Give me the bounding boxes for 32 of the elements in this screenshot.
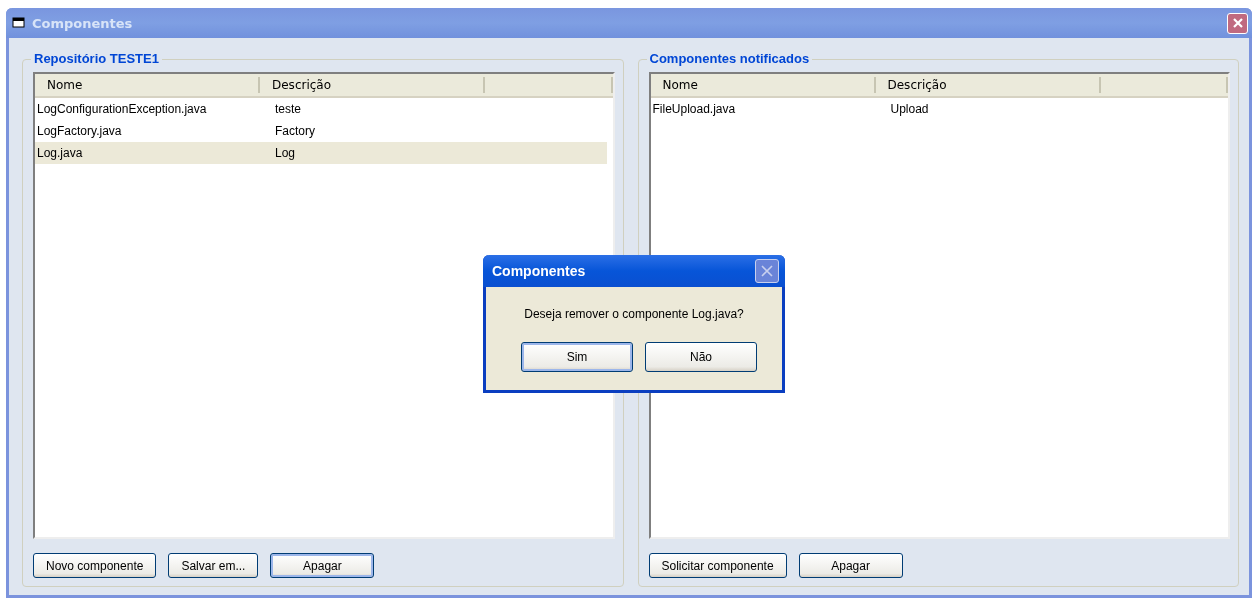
list-row[interactable]: LogFactory.java Factory <box>35 120 613 142</box>
action-button[interactable]: Apagar <box>798 553 903 578</box>
dialog-button[interactable]: Sim <box>521 342 633 372</box>
action-button[interactable]: Salvar em... <box>168 553 259 578</box>
action-button[interactable]: Solicitar componente <box>648 553 787 578</box>
column-header[interactable]: Nome <box>35 77 260 93</box>
dialog-title: Componentes <box>492 263 587 279</box>
close-button[interactable] <box>755 259 779 283</box>
dialog-message: Deseja remover o componente Log.java? <box>524 307 744 321</box>
window-icon <box>12 17 26 29</box>
action-button[interactable]: Novo componente <box>33 553 157 578</box>
table-cell-text: LogConfigurationException.java <box>37 102 208 116</box>
window-title: Componentes <box>32 15 134 31</box>
close-icon <box>761 265 773 277</box>
table-cell-text: Log.java <box>37 146 84 160</box>
list-row[interactable]: Log.java Log <box>35 142 607 164</box>
table-cell-text: LogFactory.java <box>37 124 123 138</box>
column-header[interactable]: Descrição <box>260 77 485 93</box>
table-cell-text: teste <box>275 102 302 116</box>
group-title: Componentes notificados <box>646 51 813 66</box>
action-button[interactable]: Apagar <box>270 553 375 578</box>
table-cell-text: Upload <box>890 102 930 116</box>
table-cell-text: Factory <box>275 124 316 138</box>
close-icon <box>1231 17 1244 29</box>
list-row[interactable]: LogConfigurationException.java teste <box>35 98 613 120</box>
list-row[interactable]: FileUpload.java Upload <box>650 98 1228 120</box>
table-cell-text: Log <box>275 146 297 160</box>
dialog-button[interactable]: Não <box>645 342 757 372</box>
group-title: Repositório TESTE1 <box>31 51 162 66</box>
column-header[interactable]: Descrição <box>875 77 1101 93</box>
column-header[interactable]: Nome <box>650 77 876 93</box>
table-cell-text: FileUpload.java <box>652 102 737 116</box>
